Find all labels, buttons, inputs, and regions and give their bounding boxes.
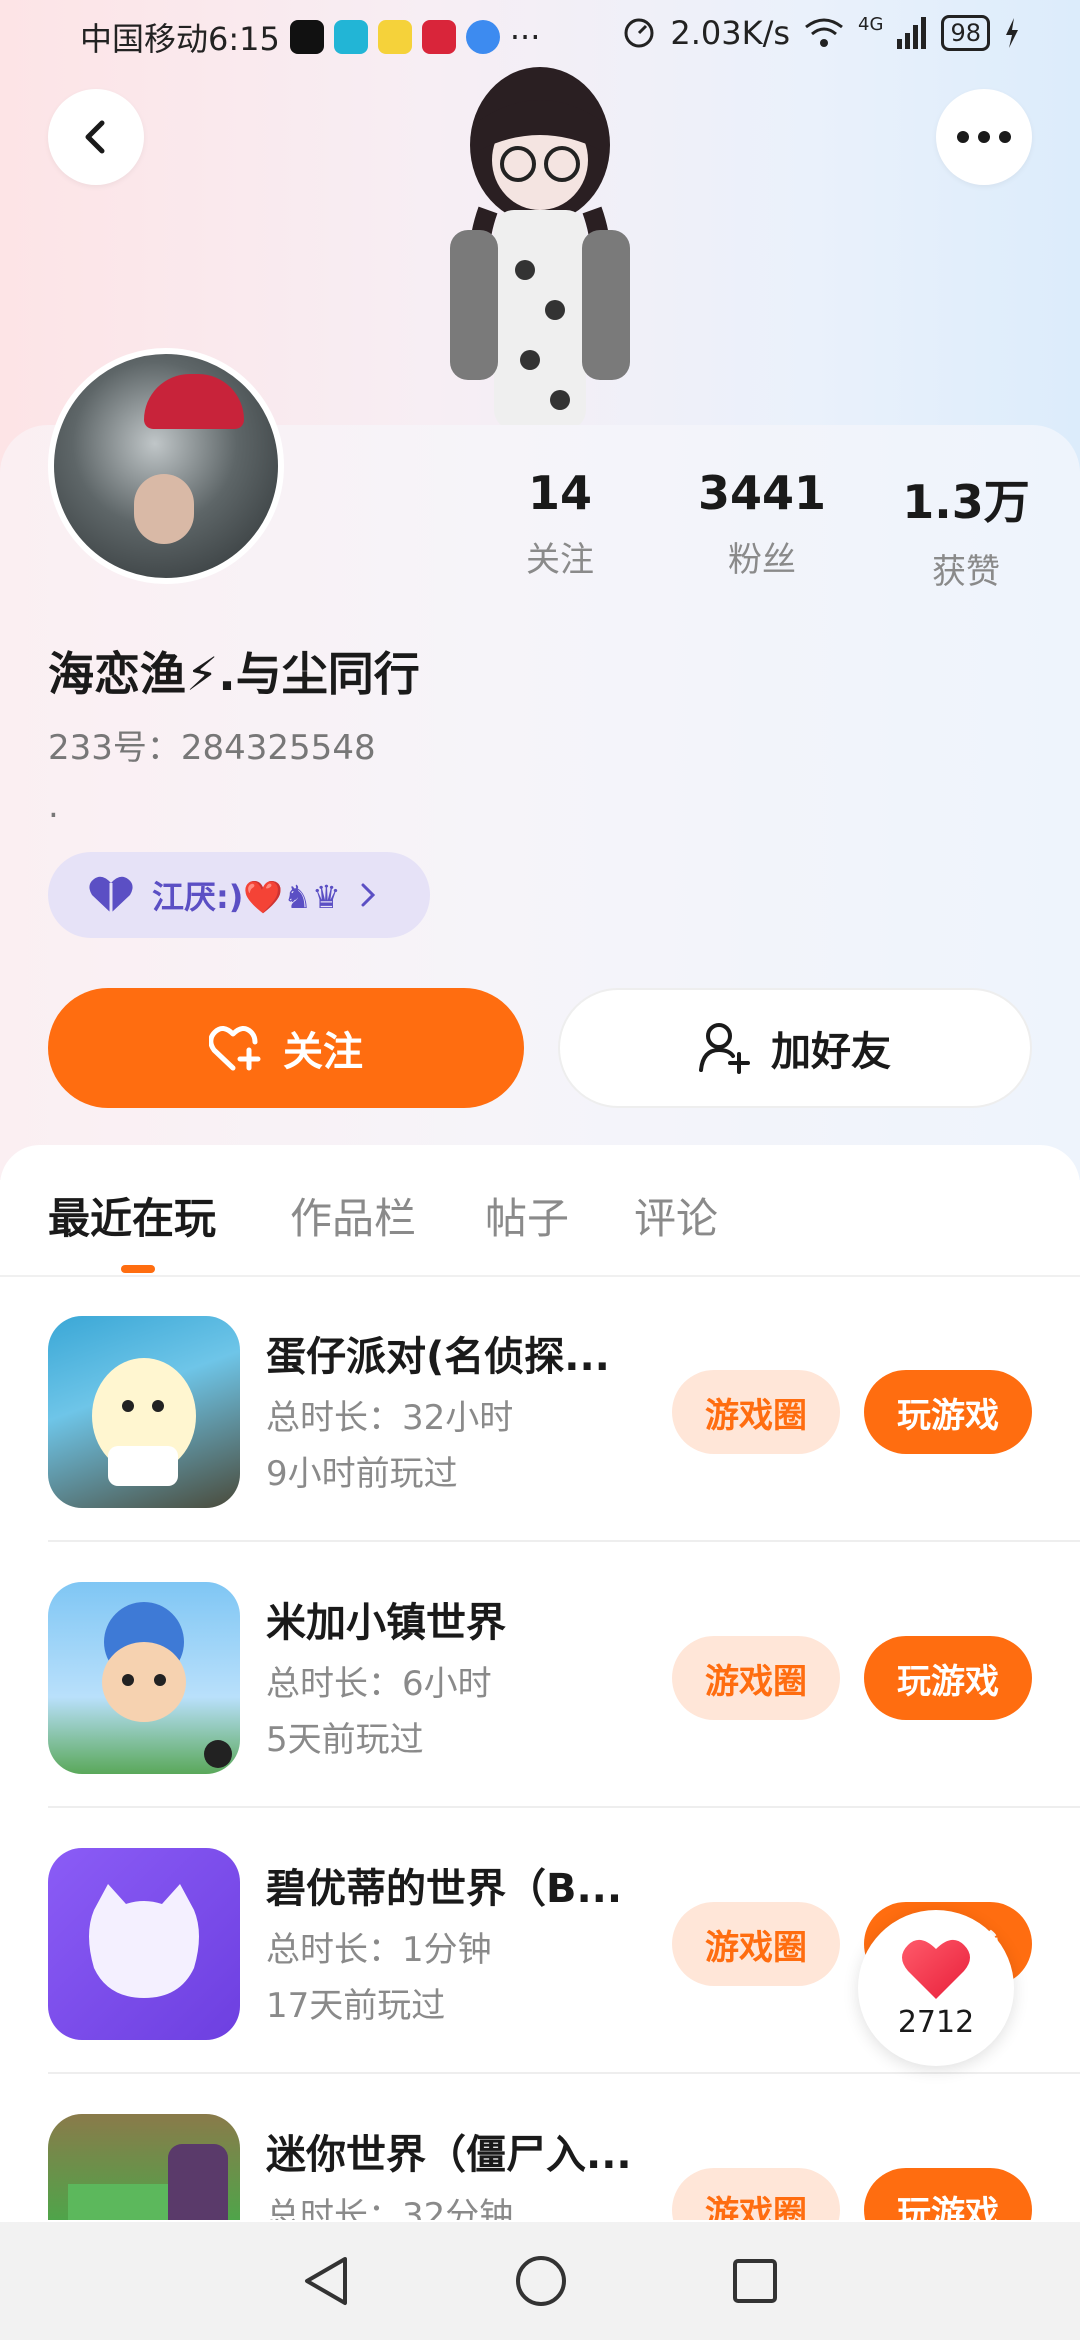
game-circle-button[interactable]: 游戏圈 — [672, 2168, 840, 2220]
tab-comments[interactable]: 评论 — [634, 1185, 718, 1246]
following-count: 14 — [527, 466, 592, 520]
back-button[interactable] — [48, 89, 144, 185]
more-notifications: ··· — [509, 18, 541, 56]
game-last-played: 17天前玩过 — [266, 1986, 446, 2026]
signal-type: 4G — [858, 14, 884, 35]
character-model — [430, 60, 650, 430]
heart-icon — [902, 1939, 970, 1999]
add-friend-button-label: 加好友 — [771, 1029, 891, 1075]
tab-recently-played[interactable]: 最近在玩 — [48, 1185, 216, 1246]
signal-icon — [897, 17, 927, 49]
fans-stat[interactable]: 3441 粉丝 — [672, 466, 852, 581]
game-last-played: 5天前玩过 — [266, 1720, 424, 1760]
nav-back-icon[interactable] — [301, 2255, 351, 2307]
couple-heart-icon — [89, 876, 133, 913]
relationship-tag-text: 江厌:)❤️♞♛ — [152, 878, 341, 916]
game-circle-button[interactable]: 游戏圈 — [672, 1370, 840, 1454]
game-title: 碧优蒂的世界（B... — [266, 1866, 623, 1912]
likes-label: 获赞 — [932, 552, 1000, 592]
rabbit-app-icon — [377, 20, 412, 54]
add-user-icon — [699, 1023, 750, 1074]
tiktok-icon — [289, 20, 324, 54]
more-button[interactable] — [936, 89, 1032, 185]
game-title: 蛋仔派对(名侦探... — [266, 1334, 610, 1380]
app-icon — [333, 20, 368, 54]
back-arrow-icon — [85, 120, 105, 154]
add-friend-button[interactable]: 加好友 — [558, 988, 1032, 1108]
game-icon-bbtt-world[interactable] — [48, 1848, 240, 2040]
heart-plus-icon — [209, 1026, 261, 1071]
game-playtime: 总时长：6小时 — [266, 1664, 492, 1704]
nav-home-icon[interactable] — [514, 2254, 568, 2308]
speed-icon — [624, 18, 654, 48]
fans-label: 粉丝 — [728, 540, 796, 580]
nav-recents-icon[interactable] — [731, 2257, 779, 2305]
like-count: 2712 — [897, 2004, 975, 2040]
game-circle-button[interactable]: 游戏圈 — [672, 1636, 840, 1720]
charging-icon — [1006, 18, 1018, 48]
game-last-played: 9小时前玩过 — [266, 1454, 458, 1494]
game-icon-miga-town[interactable] — [48, 1582, 240, 1774]
avatar[interactable] — [48, 348, 284, 584]
fans-count: 3441 — [697, 466, 827, 520]
play-game-button[interactable]: 玩游戏 — [864, 1636, 1032, 1720]
game-icon-mini-world[interactable] — [48, 2114, 240, 2220]
chevron-right-icon — [361, 883, 375, 907]
follow-button-label: 关注 — [283, 1029, 363, 1075]
game-playtime: 总时长：1分钟 — [266, 1930, 492, 1970]
tab-posts[interactable]: 帖子 — [485, 1185, 569, 1246]
relationship-tag[interactable]: 江厌:)❤️♞♛ — [48, 852, 430, 938]
tab-bar: 最近在玩 作品栏 帖子 评论 — [0, 1145, 1080, 1277]
carrier-time: 中国移动6:15 — [80, 20, 280, 58]
nickname: 海恋渔⚡.与尘同行 — [48, 647, 420, 701]
game-circle-button[interactable]: 游戏圈 — [672, 1902, 840, 1986]
play-game-button[interactable]: 玩游戏 — [864, 2168, 1032, 2220]
battery-level: 98 — [941, 15, 990, 51]
game-title: 米加小镇世界 — [266, 1600, 506, 1646]
following-stat[interactable]: 14 关注 — [470, 466, 650, 581]
game-row[interactable]: 蛋仔派对(名侦探... 总时长：32小时 9小时前玩过 游戏圈 玩游戏 — [0, 1276, 1080, 1542]
follow-button[interactable]: 关注 — [48, 988, 524, 1108]
game-title: 迷你世界（僵尸入... — [266, 2132, 632, 2178]
game-playtime: 总时长：32分钟 — [266, 2196, 514, 2220]
likes-count: 1.3万 — [902, 475, 1030, 529]
user-id: 233号：284325548 — [48, 728, 376, 768]
like-float-button[interactable]: 2712 — [858, 1910, 1014, 2066]
system-nav-bar — [0, 2222, 1080, 2340]
heart-app-icon — [421, 20, 456, 54]
wifi-icon — [805, 18, 843, 47]
network-speed: 2.03K/s — [670, 14, 791, 52]
tab-works[interactable]: 作品栏 — [290, 1185, 416, 1246]
likes-stat[interactable]: 1.3万 获赞 — [876, 466, 1056, 593]
bio: . — [48, 786, 59, 826]
game-playtime: 总时长：32小时 — [266, 1398, 514, 1438]
browser-icon — [465, 20, 500, 54]
play-game-button[interactable]: 玩游戏 — [864, 1370, 1032, 1454]
game-row[interactable]: 迷你世界（僵尸入... 总时长：32分钟 游戏圈 玩游戏 — [0, 2074, 1080, 2220]
game-row[interactable]: 米加小镇世界 总时长：6小时 5天前玩过 游戏圈 玩游戏 — [0, 1542, 1080, 1808]
more-dots-icon — [957, 131, 1011, 143]
active-tab-indicator — [121, 1265, 155, 1273]
following-label: 关注 — [526, 540, 594, 580]
game-icon-eggy-party[interactable] — [48, 1316, 240, 1508]
